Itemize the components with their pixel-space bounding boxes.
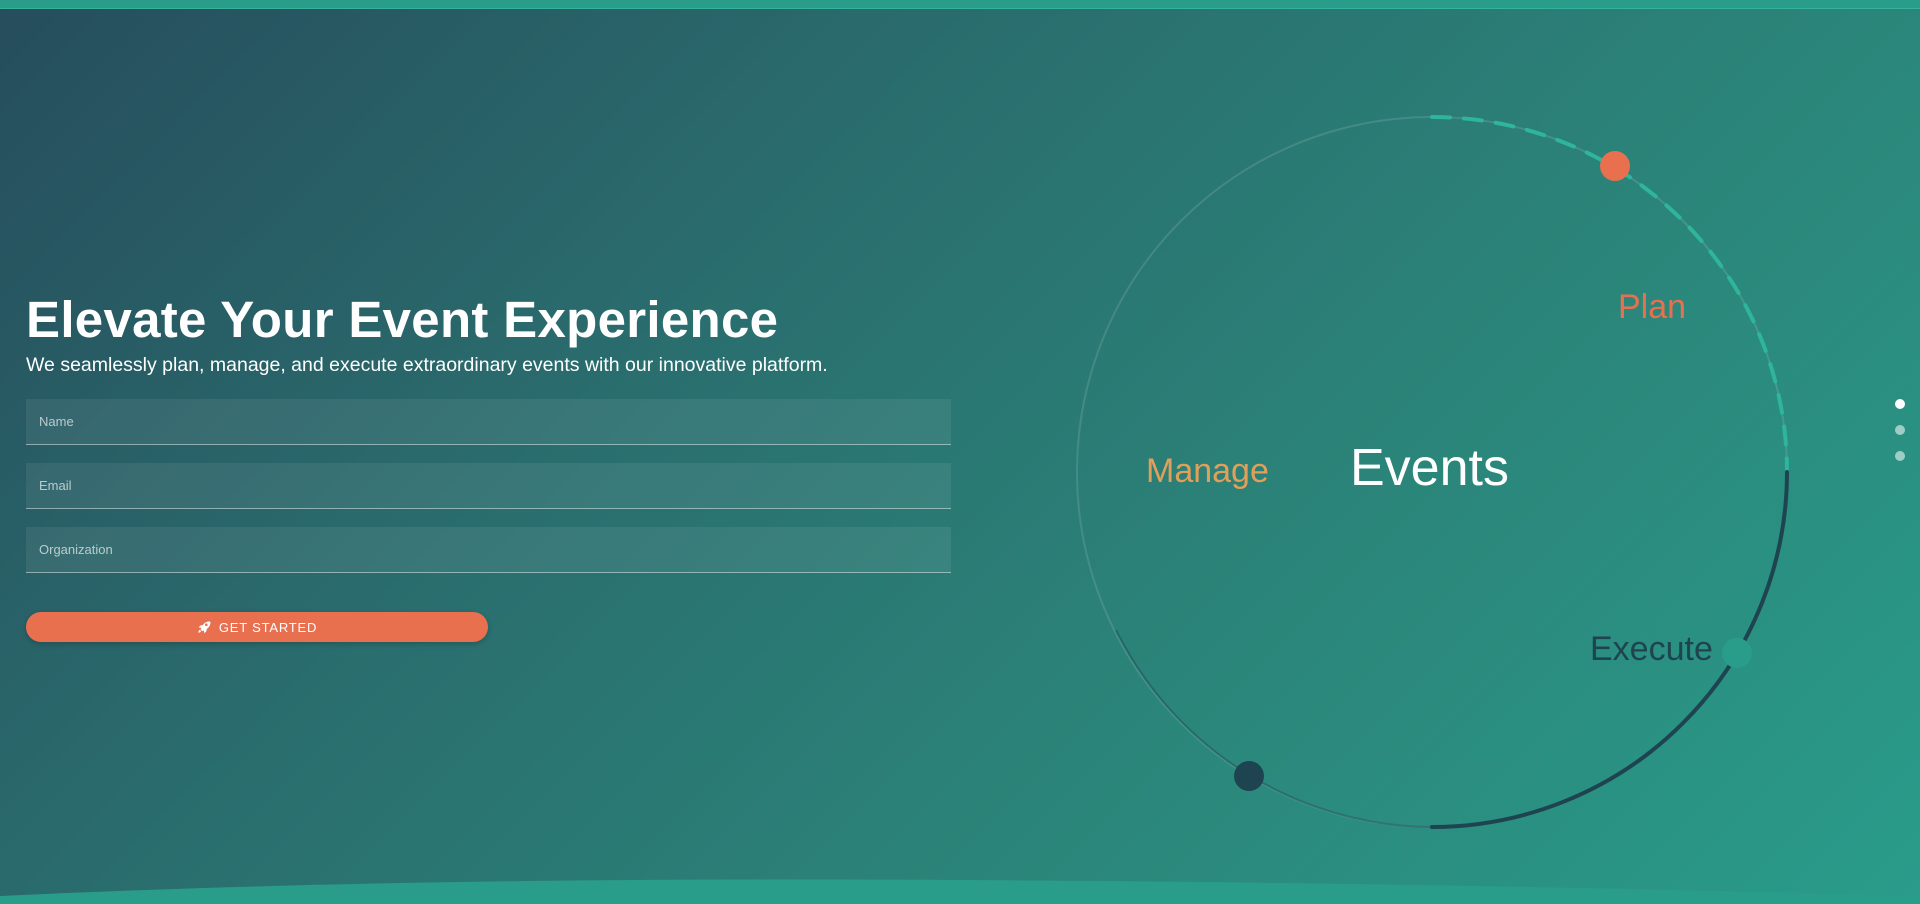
bottom-wave (0, 879, 1920, 904)
get-started-button[interactable]: GET STARTED (26, 612, 488, 642)
name-field-container (26, 399, 951, 445)
pagination-dot-2[interactable] (1895, 425, 1905, 435)
get-started-label: GET STARTED (218, 619, 318, 635)
plan-label: Plan (1618, 288, 1687, 326)
organization-field-container (26, 527, 951, 573)
manage-label: Manage (1146, 452, 1269, 490)
top-bar (0, 0, 1920, 9)
plan-node (1600, 151, 1630, 181)
hero-section: Elevate Your Event Experience We seamles… (26, 290, 951, 642)
rocket-icon (197, 620, 211, 634)
name-input[interactable] (26, 399, 951, 444)
pagination-dot-3[interactable] (1895, 451, 1905, 461)
signup-form: GET STARTED (26, 399, 951, 642)
hero-subtitle: We seamlessly plan, manage, and execute … (26, 354, 828, 376)
events-label: Events (1350, 439, 1509, 497)
execute-label: Execute (1590, 630, 1713, 668)
landing-page: Elevate Your Event Experience We seamles… (0, 0, 1920, 904)
event-lifecycle-diagram: Events Plan Manage Execute (1040, 90, 1860, 850)
manage-node (1234, 761, 1264, 791)
email-field-container (26, 463, 951, 509)
hero-title: Elevate Your Event Experience (26, 291, 779, 348)
organization-input[interactable] (26, 527, 951, 572)
slide-pagination (1895, 399, 1906, 477)
email-input[interactable] (26, 463, 951, 508)
pagination-dot-1[interactable] (1895, 399, 1905, 409)
orbit-arc-manage (1115, 629, 1433, 828)
execute-node (1722, 638, 1752, 668)
